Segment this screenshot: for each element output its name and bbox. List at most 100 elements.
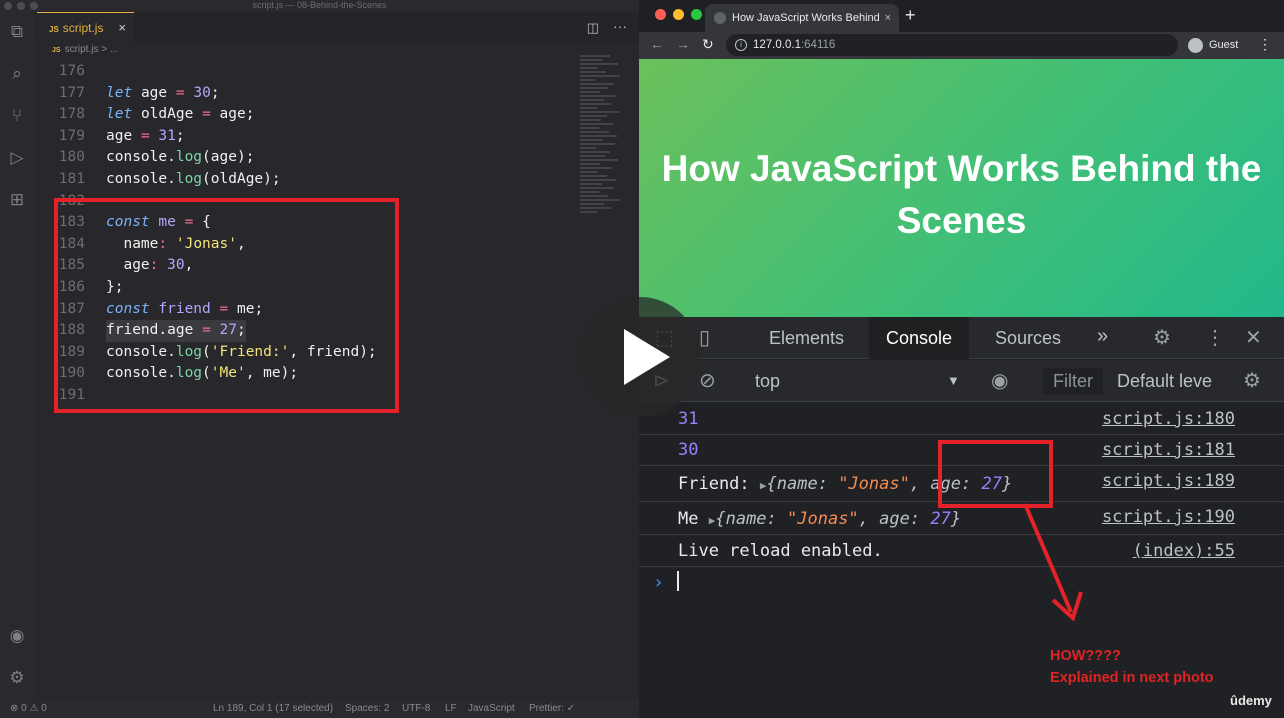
browser-tab-active[interactable]: How JavaScript Works Behind × xyxy=(705,4,899,32)
log-object[interactable]: Me ▶{name: "Jonas", age: 27} xyxy=(678,509,961,529)
udemy-watermark: ûdemy xyxy=(1230,693,1272,708)
more-tabs-icon[interactable]: » xyxy=(1097,325,1108,348)
maximize-window-button[interactable] xyxy=(30,2,38,10)
line-number: 179 xyxy=(58,127,85,144)
tab-elements[interactable]: Elements xyxy=(769,317,844,359)
extensions-icon[interactable]: ⊞ xyxy=(7,190,27,210)
prompt-chevron-icon: › xyxy=(653,572,664,593)
line-ending[interactable]: LF xyxy=(445,703,457,714)
clear-console-icon[interactable]: ⊘ xyxy=(699,368,716,393)
devtools-menu-icon[interactable]: ⋮ xyxy=(1205,325,1225,350)
code-line: 179 age = 31; xyxy=(35,126,575,148)
annotation-arrow-icon xyxy=(1023,503,1083,622)
code-line: 176 xyxy=(35,61,575,83)
close-tab-icon[interactable]: × xyxy=(885,4,891,32)
status-bar: ⊗ 0 ⚠ 0 Ln 189, Col 1 (17 selected) Spac… xyxy=(0,700,639,718)
editor-title-bar: script.js — 08-Behind-the-Scenes xyxy=(0,0,639,12)
close-devtools-icon[interactable]: ✕ xyxy=(1245,325,1262,350)
line-number: 177 xyxy=(58,84,85,101)
tab-script-js[interactable]: JS script.js × xyxy=(37,12,134,42)
avatar-icon xyxy=(1188,38,1203,53)
split-editor-icon[interactable]: ◫ xyxy=(587,20,599,36)
browser-toolbar: ← → ↻ i 127.0.0.1:64116 Guest ⋮ xyxy=(639,32,1284,59)
language-mode[interactable]: JavaScript xyxy=(468,703,515,714)
annotation-line2: Explained in next photo xyxy=(1050,670,1214,686)
eye-icon[interactable]: ◉ xyxy=(991,368,1008,393)
maximize-window-button[interactable] xyxy=(691,9,702,20)
log-source-link[interactable]: (index):55 xyxy=(1133,541,1235,561)
web-page: How JavaScript Works Behind the Scenes xyxy=(639,59,1284,317)
more-actions-icon[interactable]: ··· xyxy=(613,18,627,34)
browser-menu-icon[interactable]: ⋮ xyxy=(1258,36,1272,53)
highlight-box-code xyxy=(54,198,399,413)
window-controls xyxy=(4,2,38,10)
window-title: script.js — 08-Behind-the-Scenes xyxy=(252,0,387,10)
breadcrumb-separator: > xyxy=(101,44,108,55)
cursor-position[interactable]: Ln 189, Col 1 (17 selected) xyxy=(213,703,333,714)
source-control-icon[interactable]: ⑂ xyxy=(7,106,27,126)
reload-icon[interactable]: ↻ xyxy=(702,36,714,53)
info-icon[interactable]: i xyxy=(735,39,747,51)
url-port: :64116 xyxy=(800,39,836,51)
code-line: 178 let oldAge = age; xyxy=(35,104,575,126)
breadcrumb-more[interactable]: ... xyxy=(110,44,118,55)
minimize-window-button[interactable] xyxy=(673,9,684,20)
close-window-button[interactable] xyxy=(655,9,666,20)
log-source-link[interactable]: script.js:189 xyxy=(1102,471,1235,491)
console-input[interactable] xyxy=(677,571,679,591)
browser-window: How JavaScript Works Behind × + ← → ↻ i … xyxy=(639,0,1284,718)
indentation[interactable]: Spaces: 2 xyxy=(345,703,389,714)
devtools-tab-bar: ⬚ ▯ Elements Console Sources » ⚙ ⋮ ✕ xyxy=(639,317,1284,359)
breadcrumb-file[interactable]: script.js xyxy=(65,44,99,55)
activity-bar: ⧉ ⌕ ⑂ ▷ ⊞ ◉ ⚙ xyxy=(0,12,35,700)
code-line: 177 let age = 30; xyxy=(35,83,575,105)
url-host: 127.0.0.1 xyxy=(753,39,801,51)
address-bar[interactable]: i 127.0.0.1:64116 xyxy=(726,34,1178,56)
globe-icon xyxy=(714,12,726,24)
account-icon[interactable]: ◉ xyxy=(7,626,27,646)
profile-button[interactable]: Guest xyxy=(1185,35,1251,56)
editor-tab-bar: JS script.js × ◫ ··· xyxy=(35,12,639,42)
console-toolbar: ⊳ ⊘ top ▼ ◉ Filter Default leve ⚙ xyxy=(639,360,1284,402)
line-number: 181 xyxy=(58,170,85,187)
log-value: 30 xyxy=(678,440,699,460)
profile-label: Guest xyxy=(1209,39,1239,51)
explorer-icon[interactable]: ⧉ xyxy=(7,22,27,42)
browser-window-controls xyxy=(655,9,702,20)
run-debug-icon[interactable]: ▷ xyxy=(7,148,27,168)
settings-gear-icon[interactable]: ⚙ xyxy=(1153,325,1171,350)
tab-sources[interactable]: Sources xyxy=(995,317,1061,359)
annotation-line1: HOW???? xyxy=(1050,648,1121,664)
code-line: 181 console.log(oldAge); xyxy=(35,169,575,191)
minimize-window-button[interactable] xyxy=(17,2,25,10)
settings-gear-icon[interactable]: ⚙ xyxy=(7,668,27,688)
log-source-link[interactable]: script.js:180 xyxy=(1102,409,1235,429)
console-log-row: 31 script.js:180 xyxy=(639,403,1284,435)
prettier-status[interactable]: Prettier: ✓ xyxy=(529,703,575,714)
context-selector[interactable]: top xyxy=(755,360,780,402)
back-arrow-icon[interactable]: ← xyxy=(650,36,664,52)
close-tab-icon[interactable]: × xyxy=(118,13,126,43)
device-toolbar-icon[interactable]: ▯ xyxy=(699,325,710,350)
new-tab-icon[interactable]: + xyxy=(905,5,916,26)
code-line: 180 console.log(age); xyxy=(35,147,575,169)
tab-label: script.js xyxy=(62,21,104,35)
console-settings-gear-icon[interactable]: ⚙ xyxy=(1243,368,1261,393)
line-number: 180 xyxy=(58,149,85,166)
search-icon[interactable]: ⌕ xyxy=(7,64,27,84)
log-source-link[interactable]: script.js:190 xyxy=(1102,507,1235,527)
encoding[interactable]: UTF-8 xyxy=(402,703,430,714)
js-file-icon: JS xyxy=(52,47,61,54)
filter-input[interactable]: Filter xyxy=(1043,368,1103,394)
forward-arrow-icon[interactable]: → xyxy=(676,36,690,52)
play-button[interactable] xyxy=(580,297,700,417)
log-source-link[interactable]: script.js:181 xyxy=(1102,440,1235,460)
page-heading: How JavaScript Works Behind the Scenes xyxy=(661,148,1262,241)
log-levels-dropdown[interactable]: Default leve xyxy=(1117,360,1213,402)
browser-tab-title: How JavaScript Works Behind xyxy=(732,12,880,24)
problems-indicator[interactable]: ⊗ 0 ⚠ 0 xyxy=(10,703,47,714)
chevron-down-icon[interactable]: ▼ xyxy=(947,360,960,402)
close-window-button[interactable] xyxy=(4,2,12,10)
line-number: 176 xyxy=(58,63,85,79)
tab-console[interactable]: Console xyxy=(869,317,970,359)
